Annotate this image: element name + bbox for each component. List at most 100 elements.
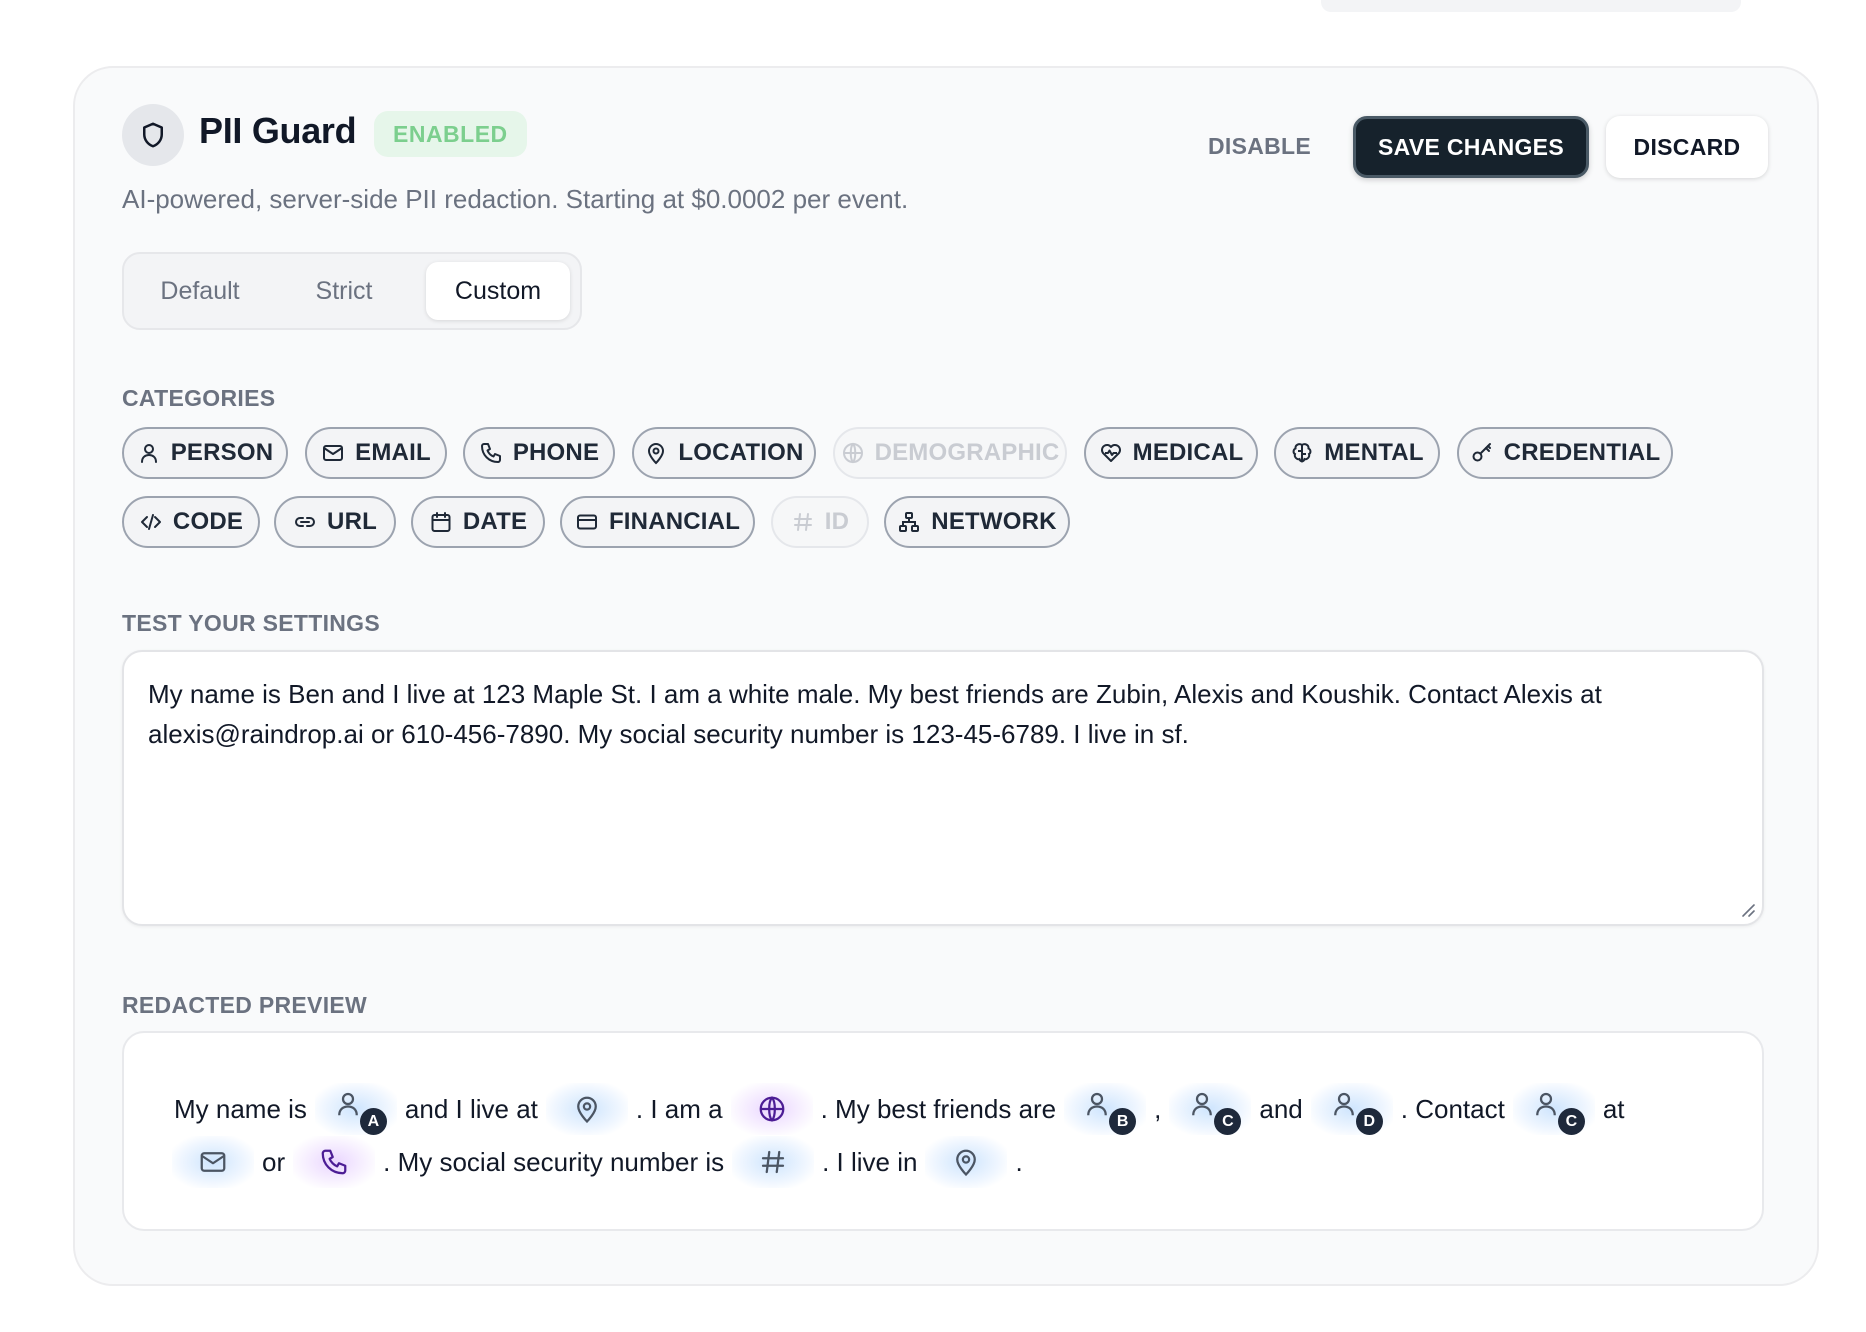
redacted-preview-heading: REDACTED PREVIEW (122, 992, 368, 1018)
categories-heading: CATEGORIES (122, 385, 276, 411)
redacted-preview-box: My name is A and I live at . I am a . My… (122, 1031, 1764, 1231)
hash-icon (793, 513, 812, 531)
discard-button[interactable]: DISCARD (1606, 116, 1768, 178)
category-chip-code[interactable]: CODE (122, 496, 260, 548)
chip-label: CODE (172, 508, 244, 535)
category-chip-id[interactable]: ID (771, 496, 869, 548)
preview-text: My name is (174, 1093, 307, 1124)
person-icon (338, 1092, 358, 1116)
chip-label: CREDENTIAL (1503, 439, 1661, 466)
globe-icon (842, 442, 863, 464)
redacted-phone-token (293, 1136, 376, 1188)
mail-icon (323, 445, 344, 461)
redacted-person-token: C (1169, 1083, 1252, 1135)
preview-text: and I live at (404, 1093, 538, 1124)
chip-label: PERSON (170, 439, 274, 466)
calendar-icon (431, 512, 451, 532)
preview-text: . My best friends are (820, 1093, 1057, 1124)
category-chip-location[interactable]: LOCATION (632, 427, 816, 479)
link-icon (295, 517, 316, 527)
preview-text: . I live in (822, 1146, 918, 1177)
chip-label: ID (824, 508, 850, 535)
test-input-textarea[interactable]: My name is Ben and I live at 123 Maple S… (122, 650, 1764, 926)
top-panel-edge (1321, 0, 1741, 12)
chip-label: URL (327, 508, 377, 535)
preview-text: , (1154, 1093, 1162, 1124)
person-icon (1192, 1092, 1213, 1116)
chip-label: MEDICAL (1132, 439, 1244, 466)
category-chip-medical[interactable]: MEDICAL (1084, 427, 1258, 479)
chip-label: FINANCIAL (608, 508, 741, 535)
category-chip-credential[interactable]: CREDENTIAL (1457, 427, 1673, 479)
page-title: PII Guard (199, 110, 357, 151)
resize-handle-icon[interactable] (1740, 902, 1756, 918)
code-icon (140, 514, 161, 530)
preview-text: . My social security number is (383, 1146, 725, 1177)
preview-text: or (262, 1146, 286, 1177)
credit-card-icon (576, 514, 597, 530)
preset-strict[interactable]: Strict (276, 262, 412, 320)
person-icon (1333, 1092, 1354, 1116)
redacted-person-token: B (1064, 1083, 1147, 1135)
person-icon (1087, 1092, 1108, 1116)
person-letter-badge: B (1109, 1108, 1137, 1135)
redacted-location-token (925, 1136, 1008, 1188)
category-chip-mental[interactable]: MENTAL (1274, 427, 1440, 479)
hash-icon (761, 1150, 785, 1174)
person-icon (1535, 1092, 1556, 1116)
save-changes-button[interactable]: SAVE CHANGES (1353, 116, 1589, 178)
category-chip-phone[interactable]: PHONE (463, 427, 615, 479)
preview-text: . Contact (1400, 1093, 1505, 1124)
brain-icon (1292, 443, 1312, 463)
status-badge: ENABLED (374, 111, 527, 157)
chip-label: NETWORK (931, 508, 1057, 535)
preview-text: at (1602, 1093, 1625, 1124)
redacted-person-token: D (1310, 1083, 1393, 1135)
page-subtitle: AI-powered, server-side PII redaction. S… (122, 184, 909, 214)
person-letter-badge: C (1557, 1108, 1585, 1135)
preview-line-1: My name is A and I live at . I am a . My… (174, 1083, 1625, 1135)
redacted-person-token: C (1512, 1083, 1595, 1135)
redacted-id-token (732, 1136, 815, 1188)
map-pin-icon (956, 1149, 977, 1177)
redacted-email-token (172, 1136, 254, 1188)
preview-text: and (1259, 1093, 1303, 1124)
person-icon (140, 444, 157, 463)
heart-pulse-icon (1100, 444, 1121, 462)
person-letter-badge: C (1214, 1108, 1242, 1135)
key-icon (1472, 443, 1491, 462)
chip-label: LOCATION (678, 439, 804, 466)
category-chip-financial[interactable]: FINANCIAL (560, 496, 755, 548)
chip-label: DATE (462, 508, 528, 535)
redacted-person-token: A (314, 1083, 397, 1135)
redacted-location-token (545, 1083, 628, 1135)
phone-icon (321, 1149, 347, 1175)
map-pin-icon (577, 1096, 597, 1124)
disable-button[interactable]: DISABLE (1190, 116, 1329, 176)
test-input-text: My name is Ben and I live at 123 Maple S… (148, 679, 1602, 749)
preset-default[interactable]: Default (132, 262, 268, 320)
category-chip-date[interactable]: DATE (411, 496, 545, 548)
test-settings-heading: TEST YOUR SETTINGS (122, 610, 381, 636)
person-letter-badge: D (1355, 1108, 1383, 1135)
chip-label: EMAIL (355, 439, 431, 466)
preview-line-2: or . My social security number is . I li… (172, 1136, 1023, 1188)
preset-custom[interactable]: Custom (426, 262, 570, 320)
category-chip-url[interactable]: URL (274, 496, 396, 548)
category-chip-network[interactable]: NETWORK (884, 496, 1070, 548)
phone-icon (480, 443, 501, 463)
chip-label: PHONE (512, 439, 600, 466)
preset-segmented-control: Default Strict Custom (122, 252, 582, 330)
category-chip-email[interactable]: EMAIL (305, 427, 447, 479)
mail-icon (200, 1152, 226, 1172)
category-chip-person[interactable]: PERSON (122, 427, 288, 479)
chip-label: DEMOGRAPHIC (874, 439, 1060, 466)
map-pin-icon (648, 443, 665, 465)
preview-text: . (1015, 1146, 1023, 1177)
network-icon (899, 512, 920, 532)
chip-label: MENTAL (1324, 439, 1424, 466)
person-letter-badge: A (359, 1108, 387, 1135)
category-chip-demographic[interactable]: DEMOGRAPHIC (833, 427, 1067, 479)
preview-text: . I am a (635, 1093, 723, 1124)
redacted-demographic-token (730, 1083, 813, 1135)
